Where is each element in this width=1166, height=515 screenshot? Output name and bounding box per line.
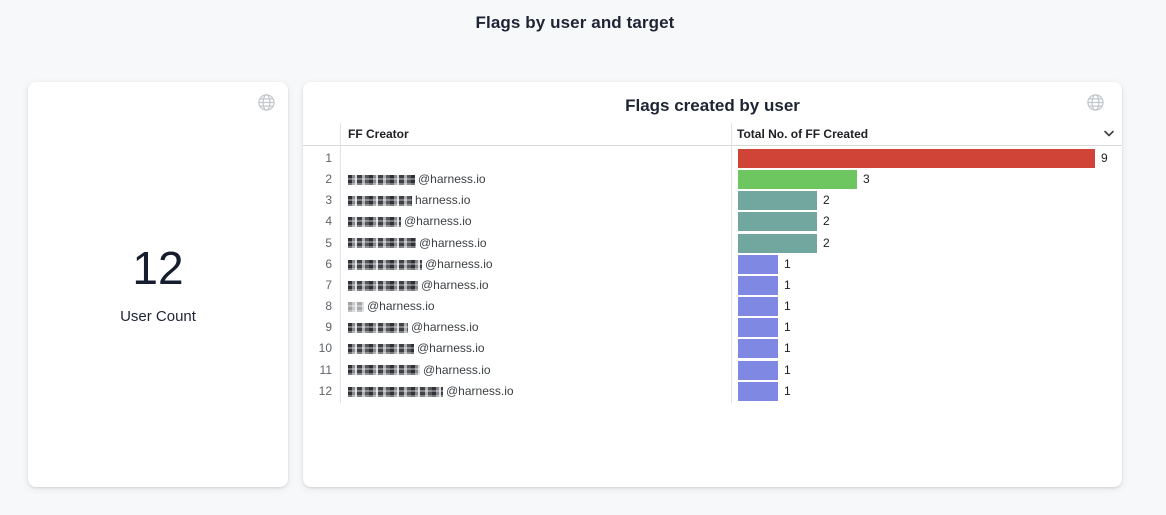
- chevron-down-icon[interactable]: [1103, 130, 1115, 138]
- row-index: 4: [303, 211, 332, 232]
- column-header-ff-creator[interactable]: FF Creator: [348, 127, 409, 141]
- bar-value-label: 1: [784, 275, 791, 296]
- creator-email: @harness.io: [348, 254, 493, 275]
- bar-value-label: 2: [823, 211, 830, 232]
- table-row: 9 @harness.io 1: [303, 317, 1122, 338]
- redacted-text: [348, 365, 420, 375]
- table-row: 8 @harness.io 1: [303, 296, 1122, 317]
- chart-title: Flags created by user: [303, 96, 1122, 116]
- bar-value-label: 1: [784, 381, 791, 402]
- creator-email: @harness.io: [348, 338, 485, 359]
- flags-created-by-user-card: Flags created by user FF Creator Total N…: [303, 82, 1122, 487]
- value-bar[interactable]: [738, 297, 778, 316]
- value-bar[interactable]: [738, 191, 817, 210]
- globe-icon: [1086, 93, 1105, 112]
- email-suffix: harness.io: [415, 193, 470, 207]
- redacted-text: [348, 281, 418, 291]
- table-header-row: FF Creator Total No. of FF Created: [303, 122, 1122, 146]
- email-suffix: @harness.io: [419, 236, 487, 250]
- redacted-text: [348, 260, 422, 270]
- table-row: 3 harness.io 2: [303, 190, 1122, 211]
- bar-value-label: 2: [823, 190, 830, 211]
- creator-email: harness.io: [348, 190, 470, 211]
- row-index: 1: [303, 148, 332, 169]
- table-row: 6 @harness.io 1: [303, 254, 1122, 275]
- row-index: 5: [303, 233, 332, 254]
- bar-value-label: 1: [784, 254, 791, 275]
- creator-email: @harness.io: [348, 211, 472, 232]
- value-bar[interactable]: [738, 212, 817, 231]
- dashboard-page: Flags by user and target 12 User Count F…: [0, 0, 1166, 515]
- bar-value-label: 1: [784, 317, 791, 338]
- creator-email: @harness.io: [348, 381, 514, 402]
- user-count-value: 12: [28, 242, 288, 294]
- email-suffix: @harness.io: [411, 320, 479, 334]
- table-row: 7 @harness.io 1: [303, 275, 1122, 296]
- bar-value-label: 9: [1101, 148, 1108, 169]
- globe-icon: [257, 93, 276, 112]
- creator-email: @harness.io: [348, 317, 479, 338]
- column-header-total-ff-created[interactable]: Total No. of FF Created: [737, 127, 868, 141]
- value-bar[interactable]: [738, 255, 778, 274]
- bar-value-label: 3: [863, 169, 870, 190]
- row-index: 3: [303, 190, 332, 211]
- value-bar[interactable]: [738, 318, 778, 337]
- row-index: 9: [303, 317, 332, 338]
- email-suffix: @harness.io: [423, 363, 491, 377]
- email-suffix: @harness.io: [425, 257, 493, 271]
- header-divider: [303, 145, 1122, 146]
- value-bar[interactable]: [738, 170, 857, 189]
- bar-value-label: 1: [784, 338, 791, 359]
- creator-email: @harness.io: [348, 360, 491, 381]
- creator-email: @harness.io: [348, 169, 486, 190]
- redacted-text: [348, 196, 412, 206]
- row-index: 6: [303, 254, 332, 275]
- value-bar[interactable]: [738, 149, 1095, 168]
- table-row: 5 @harness.io 2: [303, 233, 1122, 254]
- row-index: 12: [303, 381, 332, 402]
- user-count-card: 12 User Count: [28, 82, 288, 487]
- value-bar[interactable]: [738, 382, 778, 401]
- row-index: 10: [303, 338, 332, 359]
- redacted-text: [348, 302, 364, 312]
- value-bar[interactable]: [738, 361, 778, 380]
- row-index: 8: [303, 296, 332, 317]
- row-index: 7: [303, 275, 332, 296]
- email-suffix: @harness.io: [421, 278, 489, 292]
- row-index: 2: [303, 169, 332, 190]
- redacted-text: [348, 323, 408, 333]
- table-row: 19: [303, 148, 1122, 169]
- redacted-text: [348, 387, 443, 397]
- email-suffix: @harness.io: [418, 172, 486, 186]
- redacted-text: [348, 175, 415, 185]
- bar-value-label: 1: [784, 296, 791, 317]
- redacted-text: [348, 238, 416, 248]
- email-suffix: @harness.io: [367, 299, 435, 313]
- table-row: 10 @harness.io 1: [303, 338, 1122, 359]
- table-row: 11 @harness.io 1: [303, 360, 1122, 381]
- email-suffix: @harness.io: [446, 384, 514, 398]
- bar-value-label: 2: [823, 233, 830, 254]
- redacted-text: [348, 217, 401, 227]
- value-bar[interactable]: [738, 339, 778, 358]
- redacted-text: [348, 344, 414, 354]
- table-row: 2 @harness.io 3: [303, 169, 1122, 190]
- table-row: 4 @harness.io 2: [303, 211, 1122, 232]
- creator-email: @harness.io: [348, 275, 489, 296]
- email-suffix: @harness.io: [417, 341, 485, 355]
- email-suffix: @harness.io: [404, 214, 472, 228]
- page-title: Flags by user and target: [28, 13, 1122, 33]
- row-index: 11: [303, 360, 332, 381]
- bar-value-label: 1: [784, 360, 791, 381]
- table-row: 12 @harness.io 1: [303, 381, 1122, 402]
- value-bar[interactable]: [738, 276, 778, 295]
- creator-email: @harness.io: [348, 233, 487, 254]
- value-bar[interactable]: [738, 234, 817, 253]
- user-count-label: User Count: [28, 308, 288, 325]
- table-body: 192@harness.io33harness.io24@harness.io2…: [303, 148, 1122, 402]
- creator-email: @harness.io: [348, 296, 435, 317]
